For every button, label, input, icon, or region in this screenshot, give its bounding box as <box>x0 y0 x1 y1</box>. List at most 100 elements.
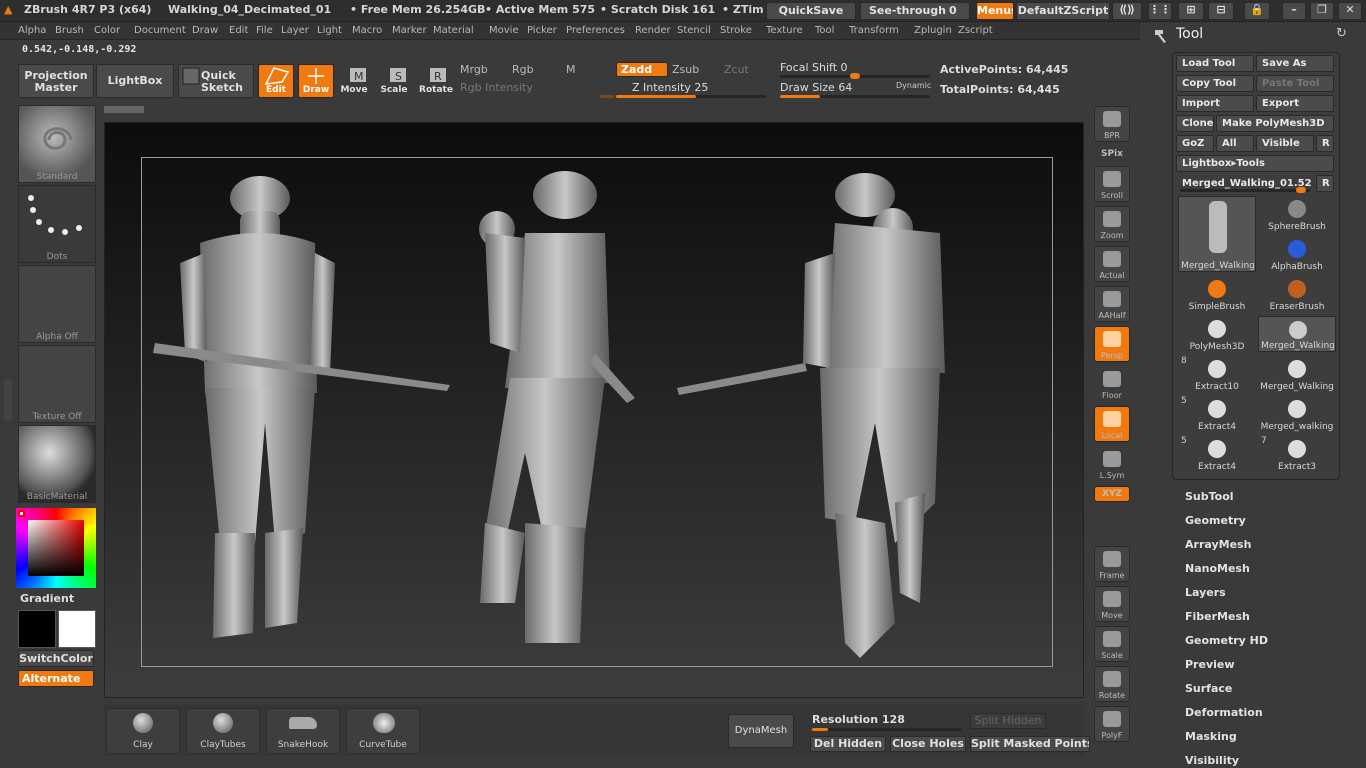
snakehook-brush-button[interactable]: SnakeHook <box>266 708 340 754</box>
persp-button[interactable]: Persp <box>1094 326 1130 362</box>
local-button[interactable]: Local <box>1094 406 1130 442</box>
spix-label: SPix <box>1101 149 1123 159</box>
floor-button[interactable]: Floor <box>1094 366 1130 402</box>
del-hidden-button[interactable]: Del Hidden <box>810 736 886 752</box>
aahalf-button[interactable]: AAHalf <box>1094 286 1130 322</box>
dynamesh-button[interactable]: DynaMesh <box>728 714 794 748</box>
rotate-button[interactable]: Rotate <box>1094 666 1130 702</box>
copy-tool-button[interactable]: Copy Tool <box>1176 75 1254 92</box>
section-deformation[interactable]: Deformation <box>1185 706 1263 719</box>
resolution-slider[interactable]: Resolution 128 <box>812 713 905 726</box>
resolution-track <box>812 728 962 731</box>
bpr-button[interactable]: BPR <box>1094 106 1130 142</box>
scroll-button[interactable]: Scroll <box>1094 166 1130 202</box>
tool-thumb-icon <box>1208 280 1226 298</box>
export-button[interactable]: Export <box>1256 95 1334 112</box>
load-tool-button[interactable]: Load Tool <box>1176 55 1254 72</box>
actual-button[interactable]: Actual <box>1094 246 1130 282</box>
move-button[interactable]: Move <box>1094 586 1130 622</box>
section-nanomesh[interactable]: NanoMesh <box>1185 562 1250 575</box>
tool-thumb-icon <box>1288 400 1306 418</box>
tool-thumb-icon <box>1208 440 1226 458</box>
tool-thumb-polymesh3d[interactable]: PolyMesh3D <box>1178 316 1256 352</box>
actual-icon <box>1103 251 1121 267</box>
refresh-icon[interactable]: ↻ <box>1336 26 1347 41</box>
tool-thumb-extract4[interactable]: Extract4 <box>1178 436 1256 472</box>
curvetube-brush-button[interactable]: CurveTube <box>346 708 420 754</box>
floor-label: Floor <box>1102 391 1122 400</box>
section-layers[interactable]: Layers <box>1185 586 1226 599</box>
clay-brush-icon <box>133 713 153 733</box>
tool-thumb-icon <box>1288 280 1306 298</box>
section-subtool[interactable]: SubTool <box>1185 490 1234 503</box>
section-fibermesh[interactable]: FiberMesh <box>1185 610 1250 623</box>
claytubes-brush-button[interactable]: ClayTubes <box>186 708 260 754</box>
tool-thumb-alphabrush[interactable]: AlphaBrush <box>1258 236 1336 272</box>
section-masking[interactable]: Masking <box>1185 730 1237 743</box>
tool-thumb-spherebrush[interactable]: SphereBrush <box>1258 196 1336 232</box>
tool-thumb-icon <box>1288 240 1306 258</box>
clone-button[interactable]: Clone <box>1176 115 1214 132</box>
stroke-label: Dots <box>46 252 68 262</box>
paste-tool-button[interactable]: Paste Tool <box>1256 75 1334 92</box>
left-tray-handle[interactable] <box>4 380 12 420</box>
import-button[interactable]: Import <box>1176 95 1254 112</box>
document-canvas[interactable] <box>104 122 1084 698</box>
spix-button[interactable]: SPix <box>1094 146 1130 162</box>
goz-visible-button[interactable]: Visible <box>1256 135 1314 152</box>
section-geometry[interactable]: Geometry <box>1185 514 1246 527</box>
tool-thumb-icon <box>1288 440 1306 458</box>
secondary-color-swatch[interactable] <box>58 610 96 648</box>
soldier-side-view <box>479 171 635 643</box>
tool-thumb-merged-walking[interactable]: Merged_Walking <box>1178 196 1256 272</box>
close-holes-button[interactable]: Close Holes <box>890 736 966 752</box>
tool-thumb-extract4[interactable]: Extract4 <box>1178 396 1256 432</box>
section-geometry-hd[interactable]: Geometry HD <box>1185 634 1268 647</box>
split-hidden-button[interactable]: Split Hidden <box>970 713 1046 729</box>
tool-thumb-merged-walking[interactable]: Merged_Walking <box>1258 316 1336 352</box>
make-polymesh3d-button[interactable]: Make PolyMesh3D <box>1216 115 1334 132</box>
polyf-icon <box>1103 711 1121 727</box>
split-masked-points-button[interactable]: Split Masked Points <box>970 736 1090 752</box>
standard-brush-icon <box>43 127 73 150</box>
xyz-button[interactable]: XYZ <box>1094 486 1130 502</box>
alpha-label: Alpha Off <box>36 332 78 342</box>
primary-color-swatch[interactable] <box>18 610 56 648</box>
scale-button[interactable]: Scale <box>1094 626 1130 662</box>
gradient-toggle[interactable]: Gradient <box>20 592 74 605</box>
color-picker[interactable] <box>16 508 96 588</box>
goz-r-button[interactable]: R <box>1316 135 1334 152</box>
zoom-button[interactable]: Zoom <box>1094 206 1130 242</box>
lightbox-tools-button[interactable]: Lightbox▸Tools <box>1176 155 1334 172</box>
brush-label: Standard <box>36 172 78 182</box>
section-preview[interactable]: Preview <box>1185 658 1235 671</box>
scale-icon <box>1103 631 1121 647</box>
soldier-back-view <box>677 173 945 658</box>
switch-color-button[interactable]: SwitchColor <box>18 650 94 667</box>
canvas-scroll-handle[interactable] <box>104 106 144 113</box>
tool-thumb-merged-walking[interactable]: Merged_Walking <box>1258 356 1336 392</box>
section-visibility[interactable]: Visibility <box>1185 754 1239 767</box>
clay-brush-button[interactable]: Clay <box>106 708 180 754</box>
section-surface[interactable]: Surface <box>1185 682 1232 695</box>
section-arraymesh[interactable]: ArrayMesh <box>1185 538 1251 551</box>
tool-thumb-eraserbrush[interactable]: EraserBrush <box>1258 276 1336 312</box>
lsym-button[interactable]: L.Sym <box>1094 446 1130 482</box>
tool-thumb-merged-walking[interactable]: Merged_walking <box>1258 396 1336 432</box>
goz-button[interactable]: GoZ <box>1176 135 1214 152</box>
saturation-square[interactable] <box>28 520 84 576</box>
save-as-button[interactable]: Save As <box>1256 55 1334 72</box>
tool-thumb-simplebrush[interactable]: SimpleBrush <box>1178 276 1256 312</box>
subtool-count-badge: 7 <box>1261 436 1267 446</box>
tool-thumb-extract10[interactable]: Extract10 <box>1178 356 1256 392</box>
edit-icon <box>264 67 290 85</box>
local-label: Local <box>1101 431 1123 440</box>
polyf-button[interactable]: PolyF <box>1094 706 1130 742</box>
svg-text:M: M <box>354 70 364 83</box>
local-icon <box>1103 411 1121 427</box>
current-tool-r-button[interactable]: R <box>1316 175 1334 192</box>
goz-all-button[interactable]: All <box>1216 135 1254 152</box>
tool-thumb-extract3[interactable]: Extract3 <box>1258 436 1336 472</box>
alternate-button[interactable]: Alternate <box>18 670 94 687</box>
frame-button[interactable]: Frame <box>1094 546 1130 582</box>
